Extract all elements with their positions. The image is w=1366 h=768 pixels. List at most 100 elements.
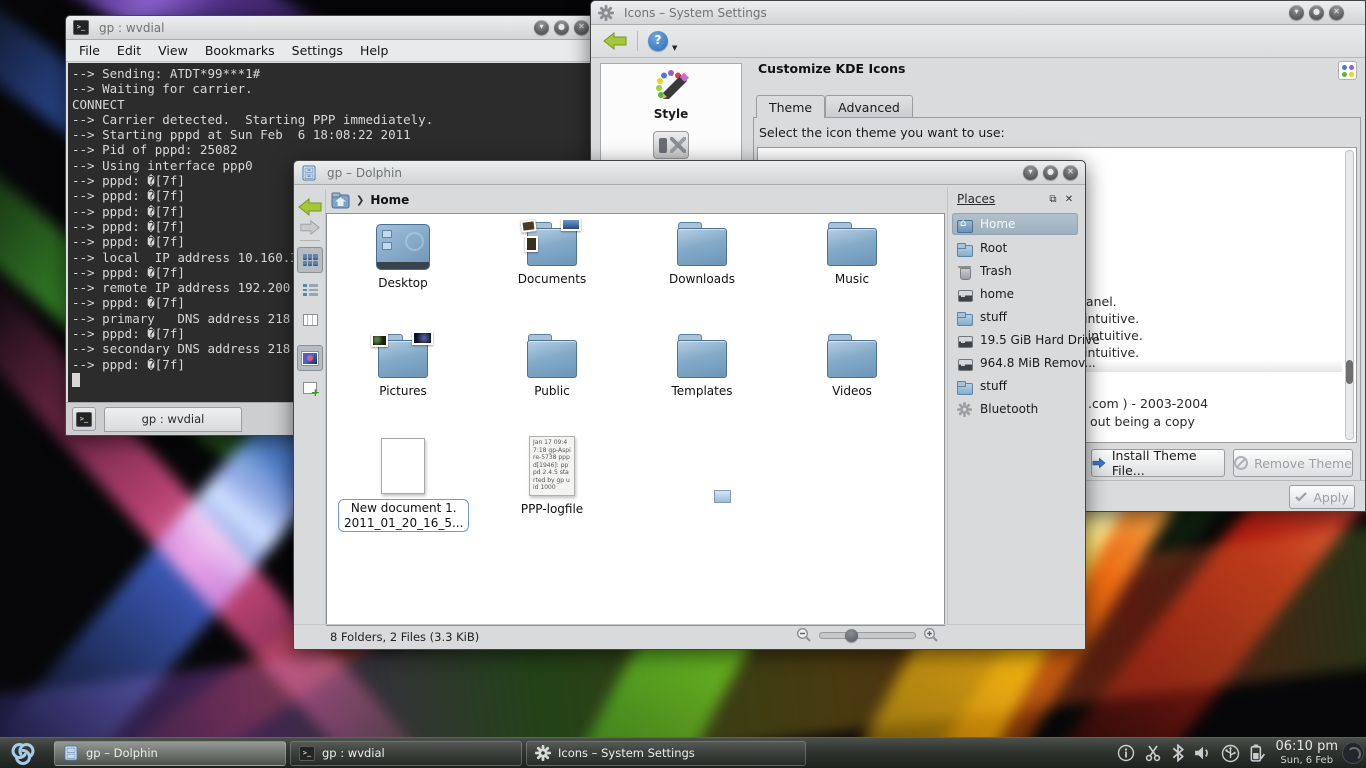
icons-view-button[interactable] bbox=[297, 247, 323, 273]
folder-item-public[interactable]: Public bbox=[487, 334, 617, 398]
new-tab-button[interactable]: >_ bbox=[72, 407, 96, 431]
split-view-button[interactable]: + bbox=[297, 375, 323, 401]
close-panel-button[interactable]: ✕ bbox=[1062, 194, 1076, 205]
folder-icon bbox=[957, 242, 972, 255]
settings-titlebar[interactable]: Icons – System Settings ▾ ● ✕ bbox=[591, 1, 1365, 25]
icon-sizes-widget[interactable] bbox=[1338, 61, 1357, 80]
settings-tabs: Theme Advanced bbox=[756, 95, 913, 118]
breadcrumb-home[interactable]: Home bbox=[370, 193, 409, 207]
places-item-bluetooth[interactable]: Bluetooth bbox=[952, 398, 1078, 420]
maximize-button[interactable]: ● bbox=[1043, 165, 1058, 180]
menu-edit[interactable]: Edit bbox=[117, 43, 141, 58]
folder-item-documents[interactable]: Documents bbox=[487, 222, 617, 286]
task-system-settings[interactable]: Icons – System Settings bbox=[526, 741, 806, 766]
no-entry-icon bbox=[1234, 456, 1248, 470]
scrollbar[interactable] bbox=[1345, 150, 1354, 440]
folder-item-desktop[interactable]: Desktop bbox=[338, 222, 468, 290]
folder-label: Pictures bbox=[338, 384, 468, 398]
terminal-tab[interactable]: gp : wvdial bbox=[104, 407, 242, 432]
zoom-slider-knob[interactable] bbox=[845, 629, 858, 642]
preview-button[interactable] bbox=[297, 345, 323, 371]
install-theme-button[interactable]: Install Theme File... bbox=[1091, 449, 1225, 477]
places-item-removable[interactable]: 964.8 MiB Remov... bbox=[952, 352, 1078, 374]
folder-label: Videos bbox=[787, 384, 917, 398]
close-button[interactable]: ✕ bbox=[1329, 5, 1344, 20]
folder-item-templates[interactable]: Templates bbox=[637, 334, 767, 398]
style-pencil-icon bbox=[651, 69, 691, 105]
volume-icon[interactable] bbox=[1194, 745, 1212, 761]
app-launcher-button[interactable] bbox=[8, 739, 38, 767]
breadcrumb: ❯ Home bbox=[326, 187, 409, 213]
minimize-button[interactable]: ▾ bbox=[534, 20, 549, 35]
info-icon[interactable] bbox=[1117, 744, 1135, 762]
columns-view-button[interactable] bbox=[297, 307, 323, 333]
gear-icon bbox=[535, 745, 551, 761]
menu-settings[interactable]: Settings bbox=[292, 43, 343, 58]
details-view-button[interactable] bbox=[297, 277, 323, 303]
selected-file-label: New document 1. 2011_01_20_16_5... bbox=[338, 499, 469, 532]
menu-help[interactable]: Help bbox=[360, 43, 389, 58]
trash-icon bbox=[957, 265, 972, 278]
places-item-stuff[interactable]: stuff bbox=[952, 306, 1078, 328]
zoom-slider[interactable] bbox=[819, 632, 916, 639]
help-button[interactable]: ? bbox=[648, 31, 668, 51]
folder-item-music[interactable]: Music bbox=[787, 222, 917, 286]
back-arrow-button[interactable] bbox=[603, 31, 627, 51]
checkmark-icon bbox=[1295, 492, 1307, 502]
task-wvdial[interactable]: >_ gp : wvdial bbox=[290, 741, 522, 766]
apply-button[interactable]: Apply bbox=[1289, 485, 1355, 509]
folder-item-pictures[interactable]: Pictures bbox=[338, 334, 468, 398]
maximize-button[interactable]: ● bbox=[1309, 5, 1324, 20]
menu-bookmarks[interactable]: Bookmarks bbox=[205, 43, 275, 58]
usb-device-icon[interactable] bbox=[1221, 744, 1240, 763]
pictures-folder-icon bbox=[378, 340, 428, 378]
klipper-scissors-icon[interactable] bbox=[1144, 744, 1162, 762]
minimize-button[interactable]: ▾ bbox=[1289, 5, 1304, 20]
panel-toolbox-cashew[interactable] bbox=[1342, 742, 1364, 764]
menu-file[interactable]: File bbox=[79, 43, 100, 58]
places-item-home[interactable]: Home bbox=[952, 213, 1078, 235]
dolphin-title: gp – Dolphin bbox=[327, 166, 402, 180]
terminal-titlebar[interactable]: >_ gp : wvdial ▾ ● ✕ bbox=[66, 16, 596, 40]
file-view[interactable]: Desktop Documents Downloads Music Pictur… bbox=[326, 213, 945, 626]
places-item-trash[interactable]: Trash bbox=[952, 260, 1078, 282]
places-item-home-partition[interactable]: home bbox=[952, 283, 1078, 305]
terminal-icon: >_ bbox=[76, 412, 92, 427]
home-icon bbox=[957, 218, 972, 231]
sidebar-item-style[interactable]: Style bbox=[601, 64, 741, 121]
forward-button[interactable] bbox=[300, 219, 320, 236]
bluetooth-icon[interactable] bbox=[1171, 744, 1185, 762]
places-item-stuff2[interactable]: stuff bbox=[952, 375, 1078, 397]
task-dolphin[interactable]: gp – Dolphin bbox=[54, 741, 286, 766]
places-item-root[interactable]: Root bbox=[952, 237, 1078, 259]
zoom-in-icon[interactable] bbox=[923, 627, 939, 643]
folder-item-downloads[interactable]: Downloads bbox=[637, 222, 767, 286]
sidebar-item-tools-icon[interactable] bbox=[653, 131, 689, 159]
dolphin-statusbar: 8 Folders, 2 Files (3.3 KiB) bbox=[294, 624, 1085, 649]
file-manager-icon bbox=[63, 745, 79, 761]
dolphin-titlebar[interactable]: gp – Dolphin ▾ ● ✕ bbox=[294, 161, 1085, 185]
float-panel-button[interactable]: ⧉ bbox=[1046, 194, 1060, 205]
chevron-down-icon[interactable]: ▼ bbox=[672, 44, 677, 52]
scrollbar-thumb[interactable] bbox=[1346, 360, 1353, 384]
file-item-new-document[interactable]: New document 1. 2011_01_20_16_5... bbox=[338, 436, 468, 532]
tab-advanced[interactable]: Advanced bbox=[825, 95, 913, 118]
zoom-out-icon[interactable] bbox=[796, 627, 812, 643]
maximize-button[interactable]: ● bbox=[554, 20, 569, 35]
minimize-button[interactable]: ▾ bbox=[1023, 165, 1038, 180]
close-button[interactable]: ✕ bbox=[574, 20, 589, 35]
zoom-control bbox=[796, 627, 939, 643]
document-file-icon bbox=[381, 438, 425, 494]
folder-icon bbox=[677, 228, 727, 266]
menu-view[interactable]: View bbox=[158, 43, 188, 58]
tab-theme[interactable]: Theme bbox=[756, 95, 825, 118]
clock-widget[interactable]: 06:10 pm Sun, 6 Feb bbox=[1275, 740, 1338, 765]
battery-icon[interactable] bbox=[1249, 744, 1265, 762]
remove-theme-button[interactable]: Remove Theme bbox=[1233, 449, 1353, 477]
home-folder-icon[interactable] bbox=[331, 192, 350, 209]
back-button[interactable] bbox=[298, 197, 322, 217]
folder-item-videos[interactable]: Videos bbox=[787, 334, 917, 398]
places-item-hard-drive[interactable]: 19.5 GiB Hard Drive bbox=[952, 329, 1078, 351]
file-item-ppp-logfile[interactable]: Jan 17 09:47:18 gp-Aspire-5738 pppd[1946… bbox=[487, 436, 617, 516]
close-button[interactable]: ✕ bbox=[1063, 165, 1078, 180]
